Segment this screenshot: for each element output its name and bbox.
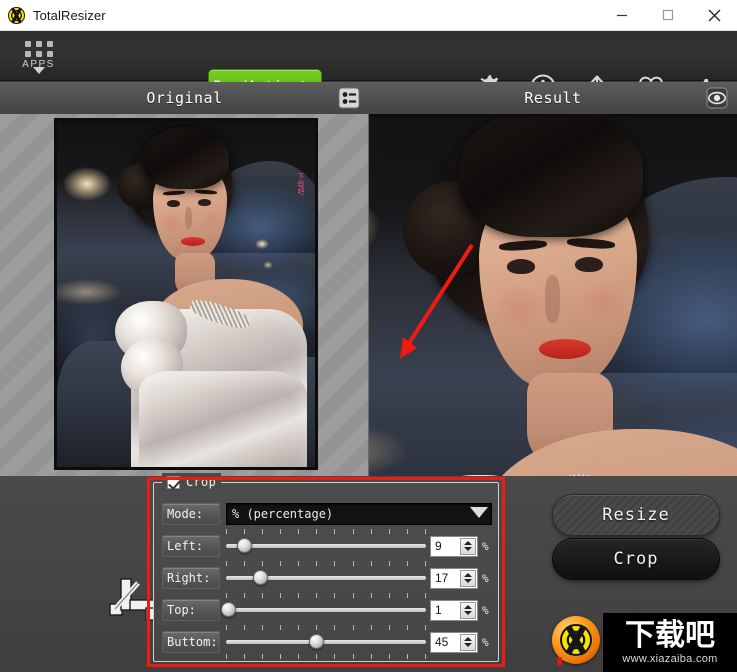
left-stepper[interactable] — [460, 537, 476, 555]
top-value: 1 — [435, 603, 442, 617]
image-panes: 下载吧 — [0, 114, 737, 476]
tick-marks — [226, 561, 426, 566]
crop-group-legend: Crop — [162, 473, 222, 491]
tick-marks — [226, 529, 426, 534]
chevron-down-icon — [32, 66, 45, 74]
slider-track — [226, 544, 426, 548]
pane-headers: Original Result — [0, 82, 737, 114]
watermark-url: www.xiazaiba.com — [622, 653, 718, 665]
mode-label: Mode: — [162, 503, 220, 525]
crop-settings-group: Crop Mode: % (percentage) Left: 9 % Righ… — [153, 473, 499, 662]
right-unit: % — [482, 571, 489, 585]
bottom-stepper[interactable] — [460, 633, 476, 651]
watermark-text: 下载吧 — [625, 618, 715, 653]
pane-header-original: Original — [0, 82, 369, 114]
main-toolbar: APPS Buy/Activate — [0, 31, 737, 105]
slider-thumb[interactable] — [253, 570, 268, 585]
app-logo-icon — [8, 6, 25, 24]
window-title: TotalResizer — [33, 7, 106, 23]
original-pane-title: Original — [146, 89, 223, 107]
slider-thumb[interactable] — [221, 602, 236, 617]
title-bar: TotalResizer — [0, 0, 737, 31]
left-label: Left: — [162, 535, 220, 557]
slider-row-bottom: Buttom: 45 % — [162, 625, 492, 659]
crop-button[interactable]: Crop — [552, 538, 720, 580]
original-image-frame: 下载吧 — [54, 118, 318, 470]
slider-row-right: Right: 17 % — [162, 561, 492, 590]
pane-header-result: Result — [369, 82, 737, 114]
slider-track — [226, 640, 426, 644]
right-slider[interactable] — [226, 561, 426, 590]
slider-thumb[interactable] — [237, 538, 252, 553]
slider-thumb[interactable] — [309, 634, 324, 649]
apps-menu-button[interactable]: APPS — [16, 35, 61, 79]
tick-marks — [226, 625, 426, 630]
maximize-button[interactable] — [645, 0, 691, 31]
result-photo — [369, 117, 737, 476]
left-slider[interactable] — [226, 529, 426, 558]
left-value-field[interactable]: 9 — [430, 535, 478, 557]
top-value-field[interactable]: 1 — [430, 599, 478, 621]
right-value: 17 — [435, 571, 449, 585]
slider-row-top: Top: 1 % — [162, 593, 492, 622]
tick-marks — [226, 593, 426, 598]
eye-icon[interactable] — [705, 86, 729, 110]
application-window: TotalResizer APPS Buy/Activate — [0, 0, 737, 672]
crop-legend-label: Crop — [186, 475, 217, 489]
site-watermark: 下载吧 www.xiazaiba.com — [603, 613, 737, 672]
left-unit: % — [482, 539, 489, 553]
window-controls — [599, 0, 737, 31]
right-value-field[interactable]: 17 — [430, 567, 478, 589]
chevron-down-icon — [470, 507, 488, 518]
original-photo: 下载吧 — [57, 121, 315, 467]
close-button[interactable] — [691, 0, 737, 31]
mode-selected-value: % (percentage) — [232, 507, 334, 521]
slider-row-left: Left: 9 % — [162, 529, 492, 558]
bottom-value-field[interactable]: 45 — [430, 631, 478, 653]
photo-overlay-text: 下载吧 — [297, 173, 305, 196]
right-label: Right: — [162, 567, 220, 589]
top-label: Top: — [162, 599, 220, 621]
mode-row: Mode: % (percentage) — [162, 502, 492, 526]
crop-enable-checkbox[interactable] — [167, 475, 180, 489]
result-image-frame — [369, 114, 737, 476]
result-pane-title: Result — [524, 89, 582, 107]
apps-grid-icon — [24, 40, 53, 57]
top-unit: % — [482, 603, 489, 617]
bottom-value: 45 — [435, 635, 449, 649]
original-pane[interactable]: 下载吧 — [0, 114, 369, 476]
mode-dropdown[interactable]: % (percentage) — [226, 503, 492, 525]
red-marker-dot — [557, 657, 562, 666]
bottom-slider[interactable] — [226, 625, 426, 659]
minimize-button[interactable] — [599, 0, 645, 31]
bottom-label: Buttom: — [162, 631, 220, 653]
bottom-unit: % — [482, 635, 489, 649]
top-stepper[interactable] — [460, 601, 476, 619]
left-value: 9 — [435, 539, 442, 553]
top-slider[interactable] — [221, 593, 426, 622]
right-stepper[interactable] — [460, 569, 476, 587]
slider-track — [226, 608, 426, 612]
tick-marks — [226, 654, 426, 659]
result-pane[interactable] — [369, 114, 737, 476]
list-settings-icon[interactable] — [337, 86, 361, 110]
resize-button[interactable]: Resize — [552, 494, 720, 536]
